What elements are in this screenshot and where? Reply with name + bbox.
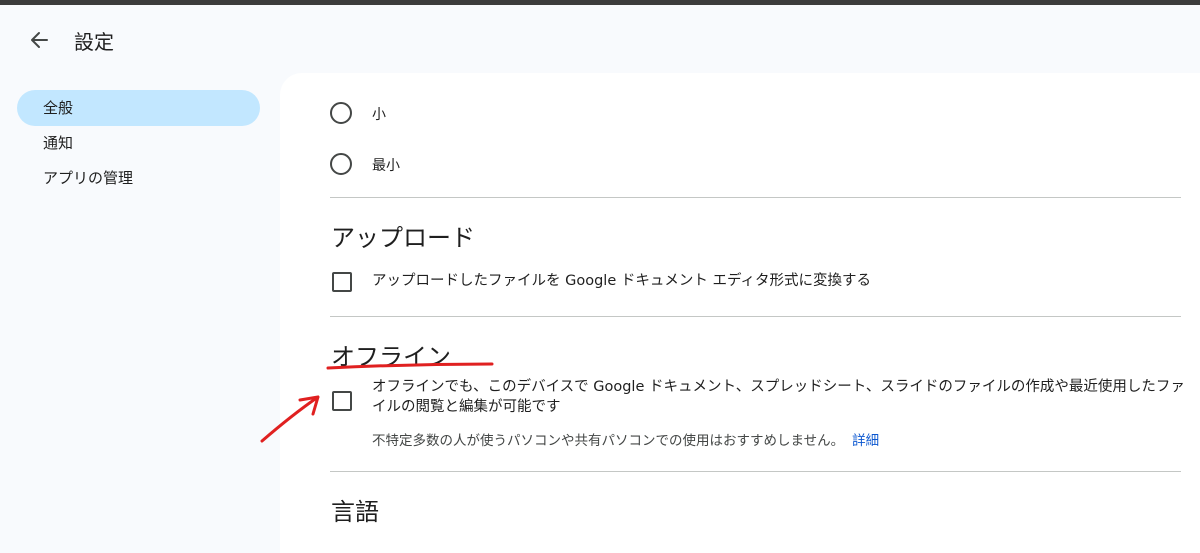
- radio-label: 小: [372, 107, 386, 123]
- section-title-upload: アップロード: [331, 224, 475, 252]
- convert-uploads-checkbox[interactable]: [332, 272, 352, 292]
- radio-button[interactable]: [330, 153, 352, 175]
- sidebar-item-label: 通知: [43, 134, 74, 152]
- offline-description: オフラインでも、このデバイスで Google ドキュメント、スプレッドシート、ス…: [372, 379, 1185, 415]
- sidebar-item-manage-apps[interactable]: アプリの管理: [17, 160, 260, 196]
- offline-hint-text: 不特定多数の人が使うパソコンや共有パソコンでの使用はおすすめしません。: [372, 433, 845, 449]
- convert-uploads-label: アップロードしたファイルを Google ドキュメント エディタ形式に変換する: [372, 273, 871, 289]
- section-title-offline: オフライン: [331, 343, 451, 371]
- sidebar-item-label: アプリの管理: [43, 169, 134, 187]
- offline-hint: 不特定多数の人が使うパソコンや共有パソコンでの使用はおすすめしません。 詳細: [372, 429, 879, 449]
- page-title: 設定: [74, 30, 114, 54]
- settings-panel: 小 最小 アップロード アップロードしたファイルを Google ドキュメント …: [280, 73, 1200, 553]
- sidebar-item-notifications[interactable]: 通知: [17, 125, 260, 161]
- radio-label: 最小: [372, 158, 400, 174]
- section-divider: [330, 197, 1181, 198]
- header: 設定: [0, 5, 1200, 70]
- arrow-back-icon: [31, 32, 48, 48]
- sidebar-item-label: 全般: [43, 99, 74, 117]
- section-title-language: 言語: [331, 498, 379, 526]
- section-divider: [330, 471, 1181, 472]
- sidebar-item-general[interactable]: 全般: [17, 90, 260, 126]
- offline-checkbox[interactable]: [332, 391, 352, 411]
- back-button[interactable]: [24, 25, 54, 55]
- details-link[interactable]: 詳細: [852, 433, 879, 449]
- radio-button[interactable]: [330, 102, 352, 124]
- section-divider: [330, 316, 1181, 317]
